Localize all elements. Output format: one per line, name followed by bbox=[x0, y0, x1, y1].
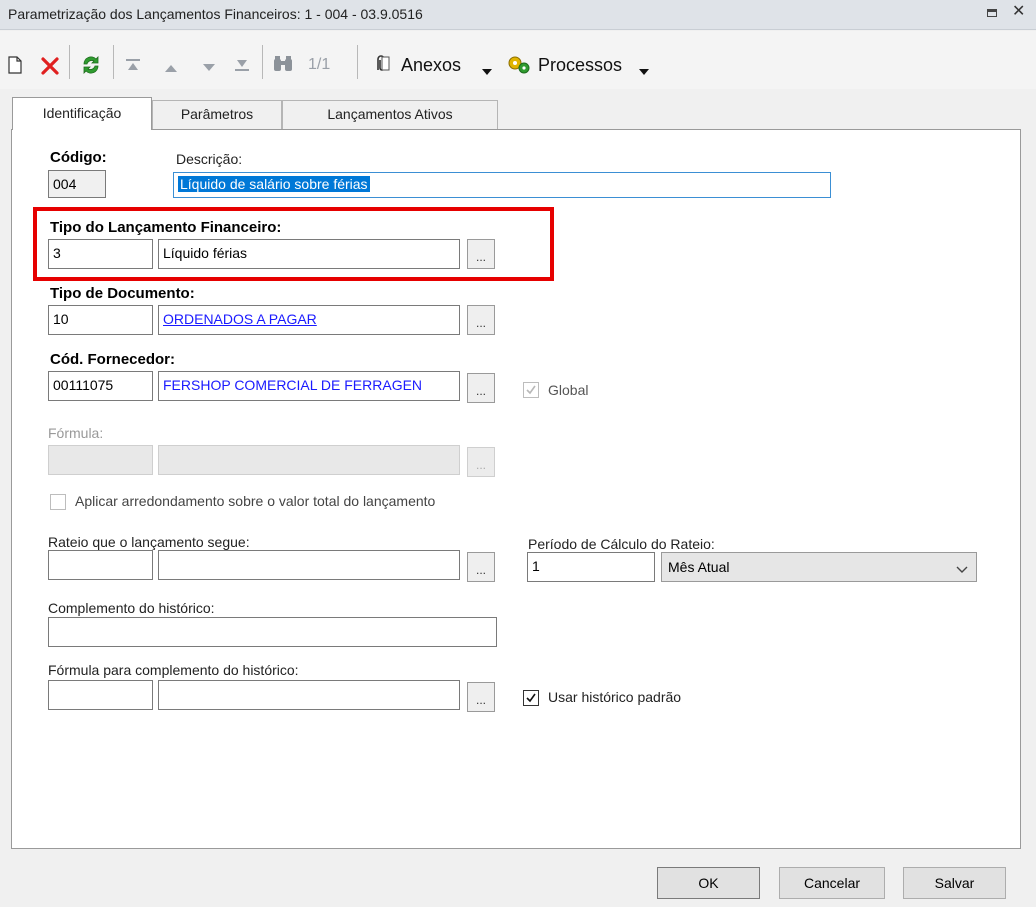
tipo-lancamento-description-field[interactable]: Líquido férias bbox=[158, 239, 460, 269]
periodo-select[interactable]: Mês Atual bbox=[661, 552, 977, 582]
tipo-documento-label: Tipo de Documento: bbox=[50, 285, 195, 302]
fornecedor-lookup-button[interactable]: ... bbox=[467, 373, 495, 403]
first-record-icon[interactable] bbox=[125, 58, 141, 75]
cancel-button[interactable]: Cancelar bbox=[779, 867, 885, 899]
tab-lancamentos-ativos[interactable]: Lançamentos Ativos bbox=[282, 100, 498, 129]
historico-padrao-label: Usar histórico padrão bbox=[548, 689, 682, 705]
complemento-label: Complemento do histórico: bbox=[48, 600, 215, 616]
attachments-dropdown-icon[interactable] bbox=[482, 62, 492, 78]
previous-record-icon[interactable] bbox=[164, 60, 178, 76]
fornecedor-code-field[interactable]: 00111075 bbox=[48, 371, 153, 401]
formula-description-field[interactable] bbox=[158, 445, 460, 475]
refresh-icon[interactable] bbox=[80, 54, 102, 79]
formula-code-field[interactable] bbox=[48, 445, 153, 475]
gears-icon[interactable] bbox=[506, 53, 532, 78]
window-title: Parametrização dos Lançamentos Financeir… bbox=[8, 6, 423, 22]
attachments-button[interactable]: Anexos bbox=[401, 55, 461, 76]
fornecedor-description-field[interactable]: FERSHOP COMERCIAL DE FERRAGEN bbox=[158, 371, 460, 401]
periodo-label: Período de Cálculo do Rateio: bbox=[528, 536, 715, 552]
paperclip-icon[interactable] bbox=[371, 54, 391, 77]
tab-identificacao[interactable]: Identificação bbox=[12, 97, 152, 130]
historico-padrao-checkbox[interactable] bbox=[523, 690, 539, 706]
save-button[interactable]: Salvar bbox=[903, 867, 1006, 899]
rateio-label: Rateio que o lançamento segue: bbox=[48, 534, 250, 550]
global-label: Global bbox=[548, 382, 589, 398]
tipo-documento-description-text: ORDENADOS A PAGAR bbox=[163, 311, 317, 327]
descricao-selected-text: Líquido de salário sobre férias bbox=[178, 176, 370, 192]
binoculars-icon[interactable] bbox=[272, 55, 294, 76]
tipo-lancamento-label: Tipo do Lançamento Financeiro: bbox=[50, 219, 282, 236]
arredondamento-label: Aplicar arredondamento sobre o valor tot… bbox=[75, 493, 436, 509]
formula-complemento-lookup-button[interactable]: ... bbox=[467, 682, 495, 712]
formula-lookup-button[interactable]: ... bbox=[467, 447, 495, 477]
rateio-lookup-button[interactable]: ... bbox=[467, 552, 495, 582]
global-checkbox[interactable] bbox=[523, 382, 539, 398]
record-counter: 1/1 bbox=[308, 56, 331, 73]
close-icon[interactable]: ✕ bbox=[1012, 2, 1025, 22]
toolbar: 1/1 Anexos Processos bbox=[0, 31, 1036, 89]
last-record-icon[interactable] bbox=[234, 58, 250, 75]
rateio-description-field[interactable] bbox=[158, 550, 460, 580]
arredondamento-checkbox[interactable] bbox=[50, 494, 66, 510]
periodo-value-field[interactable]: 1 bbox=[527, 552, 655, 582]
tipo-lancamento-code-field[interactable]: 3 bbox=[48, 239, 153, 269]
processes-dropdown-icon[interactable] bbox=[639, 62, 649, 78]
tipo-documento-description-link[interactable]: ORDENADOS A PAGAR bbox=[158, 305, 460, 335]
tipo-lancamento-lookup-button[interactable]: ... bbox=[467, 239, 495, 269]
rateio-code-field[interactable] bbox=[48, 550, 153, 580]
fornecedor-label: Cód. Fornecedor: bbox=[50, 351, 176, 368]
ok-button[interactable]: OK bbox=[657, 867, 760, 899]
complemento-field[interactable] bbox=[48, 617, 497, 647]
tipo-documento-code-field[interactable]: 10 bbox=[48, 305, 153, 335]
new-icon[interactable] bbox=[8, 56, 22, 77]
codigo-label: Código: bbox=[50, 149, 107, 166]
formula-complemento-code-field[interactable] bbox=[48, 680, 153, 710]
chevron-down-icon bbox=[956, 561, 968, 577]
descricao-field[interactable]: Líquido de salário sobre férias bbox=[173, 172, 831, 198]
processes-button[interactable]: Processos bbox=[538, 55, 622, 76]
codigo-field[interactable]: 004 bbox=[48, 170, 106, 198]
formula-complemento-label: Fórmula para complemento do histórico: bbox=[48, 662, 299, 678]
descricao-label: Descrição: bbox=[176, 151, 243, 167]
formula-complemento-description-field[interactable] bbox=[158, 680, 460, 710]
tipo-documento-lookup-button[interactable]: ... bbox=[467, 305, 495, 335]
delete-icon[interactable] bbox=[40, 56, 60, 79]
window-titlebar: Parametrização dos Lançamentos Financeir… bbox=[0, 0, 1036, 30]
next-record-icon[interactable] bbox=[202, 60, 216, 76]
restore-icon[interactable] bbox=[985, 6, 999, 20]
tab-parametros[interactable]: Parâmetros bbox=[152, 100, 282, 129]
periodo-selected-option: Mês Atual bbox=[668, 559, 730, 575]
formula-label: Fórmula: bbox=[48, 425, 104, 441]
